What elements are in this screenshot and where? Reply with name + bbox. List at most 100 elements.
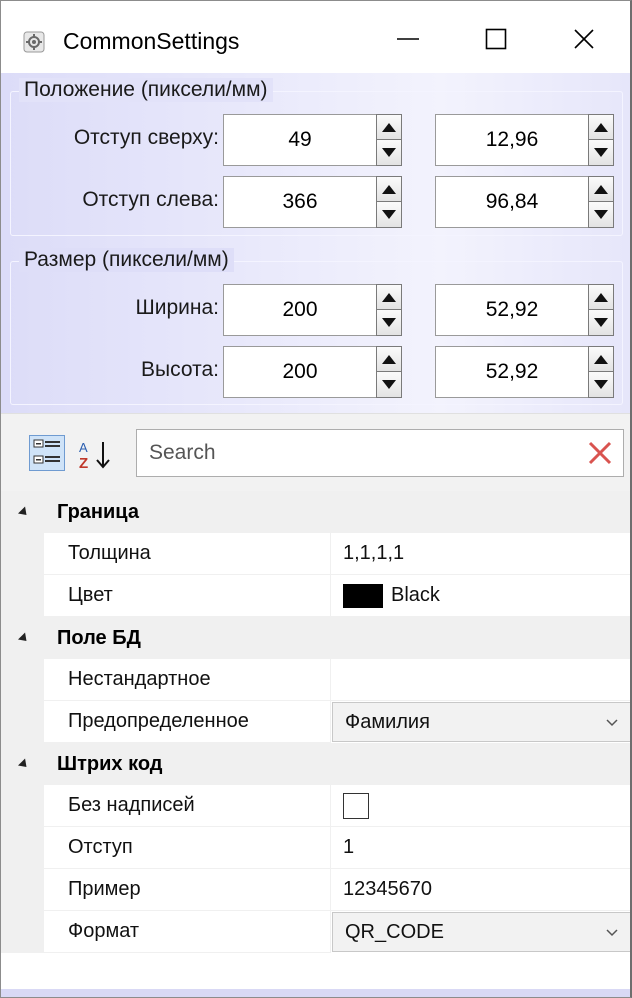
left-offset-pixels-spinner[interactable]: [376, 176, 402, 228]
chevron-down-icon[interactable]: [606, 925, 618, 941]
format-dropdown[interactable]: QR_CODE: [332, 912, 630, 952]
spin-down-button[interactable]: [589, 372, 613, 397]
minimize-icon: [396, 27, 420, 56]
property-value-indent[interactable]: 1: [331, 827, 630, 869]
property-value-custom[interactable]: [331, 659, 630, 701]
category-db-field[interactable]: Поле БД: [1, 617, 630, 659]
width-pixels-spinner[interactable]: [376, 284, 402, 336]
svg-text:Z: Z: [79, 455, 88, 472]
spin-up-button[interactable]: [377, 115, 401, 140]
property-name: Без надписей: [44, 785, 331, 827]
clear-search-icon[interactable]: [587, 440, 613, 466]
property-value-no-captions[interactable]: [331, 785, 630, 827]
spin-down-button[interactable]: [377, 140, 401, 165]
property-name: Толщина: [44, 533, 331, 575]
property-value-thickness[interactable]: 1,1,1,1: [331, 533, 630, 575]
width-label: Ширина:: [135, 296, 220, 319]
arrow-up-icon: [382, 122, 396, 132]
top-offset-pixels-spinner[interactable]: [376, 114, 402, 166]
maximize-icon: [485, 28, 507, 55]
spin-down-button[interactable]: [377, 310, 401, 335]
height-mm-spinner[interactable]: [588, 346, 614, 398]
arrow-up-icon: [594, 292, 608, 302]
width-mm-input[interactable]: 52,92: [435, 284, 588, 336]
close-button[interactable]: [543, 15, 625, 67]
width-mm-spinner[interactable]: [588, 284, 614, 336]
minimize-button[interactable]: [367, 15, 449, 67]
left-offset-mm-input[interactable]: 96,84: [435, 176, 588, 228]
alphabetical-sort-button[interactable]: A Z: [77, 438, 117, 472]
spin-up-button[interactable]: [377, 347, 401, 372]
property-name: Нестандартное: [44, 659, 331, 701]
spin-down-button[interactable]: [589, 310, 613, 335]
dropdown-selected-value: Фамилия: [345, 710, 430, 733]
height-label: Высота:: [141, 358, 219, 381]
property-name: Цвет: [44, 575, 331, 617]
property-search-box[interactable]: [136, 429, 624, 477]
property-row-thickness[interactable]: Толщина 1,1,1,1: [1, 533, 630, 575]
arrow-down-icon: [382, 318, 396, 327]
height-pixels-input[interactable]: 200: [223, 346, 376, 398]
chevron-down-icon[interactable]: [606, 715, 618, 731]
property-value-color[interactable]: Black: [331, 575, 630, 617]
arrow-down-icon: [594, 380, 608, 389]
height-mm-input[interactable]: 52,92: [435, 346, 588, 398]
row-margin: [1, 869, 44, 911]
top-offset-pixels-input[interactable]: 49: [223, 114, 376, 166]
height-pixels-spinner[interactable]: [376, 346, 402, 398]
maximize-button[interactable]: [455, 15, 537, 67]
width-pixels-input[interactable]: 200: [223, 284, 376, 336]
position-groupbox: Положение (пиксели/мм) Отступ сверху: 49…: [10, 78, 623, 236]
row-margin: [1, 785, 44, 827]
property-row-indent[interactable]: Отступ 1: [1, 827, 630, 869]
property-name: Формат: [44, 911, 331, 953]
spin-up-button[interactable]: [377, 285, 401, 310]
property-row-no-captions[interactable]: Без надписей: [1, 785, 630, 827]
property-row-color[interactable]: Цвет Black: [1, 575, 630, 617]
property-grid: Граница Толщина 1,1,1,1 Цвет Black Поле …: [1, 491, 630, 989]
svg-text:A: A: [79, 440, 88, 455]
spin-down-button[interactable]: [377, 372, 401, 397]
spin-down-button[interactable]: [377, 202, 401, 227]
categorized-icon: [30, 439, 64, 474]
arrow-down-icon: [382, 210, 396, 219]
row-margin: [1, 911, 44, 953]
color-swatch: [343, 583, 383, 608]
spin-down-button[interactable]: [589, 202, 613, 227]
property-name: Предопределенное: [44, 701, 331, 743]
top-offset-mm-spinner[interactable]: [588, 114, 614, 166]
title-bar[interactable]: CommonSettings: [1, 1, 630, 73]
arrow-up-icon: [594, 184, 608, 194]
spin-up-button[interactable]: [589, 347, 613, 372]
collapse-arrow-icon[interactable]: [17, 631, 31, 645]
no-captions-checkbox[interactable]: [343, 792, 369, 819]
description-pane-edge: [1, 989, 630, 997]
arrow-down-icon: [382, 380, 396, 389]
size-groupbox: Размер (пиксели/мм) Ширина: 200 52,92 Вы…: [10, 248, 623, 405]
arrow-up-icon: [382, 184, 396, 194]
property-name: Пример: [44, 869, 331, 911]
row-margin: [1, 701, 44, 743]
spin-up-button[interactable]: [589, 285, 613, 310]
left-offset-mm-spinner[interactable]: [588, 176, 614, 228]
spin-up-button[interactable]: [589, 177, 613, 202]
top-offset-mm-input[interactable]: 12,96: [435, 114, 588, 166]
spin-up-button[interactable]: [589, 115, 613, 140]
property-row-predefined[interactable]: Предопределенное Фамилия: [1, 701, 630, 743]
left-offset-label: Отступ слева:: [82, 188, 219, 211]
spin-down-button[interactable]: [589, 140, 613, 165]
property-row-custom[interactable]: Нестандартное: [1, 659, 630, 701]
property-row-example[interactable]: Пример 12345670: [1, 869, 630, 911]
search-input[interactable]: [149, 438, 569, 468]
category-barcode[interactable]: Штрих код: [1, 743, 630, 785]
spin-up-button[interactable]: [377, 177, 401, 202]
collapse-arrow-icon[interactable]: [17, 505, 31, 519]
collapse-arrow-icon[interactable]: [17, 757, 31, 771]
category-border[interactable]: Граница: [1, 491, 630, 533]
predefined-dropdown[interactable]: Фамилия: [332, 702, 630, 742]
categorized-view-button[interactable]: [29, 435, 65, 471]
property-row-format[interactable]: Формат QR_CODE: [1, 911, 630, 953]
left-offset-pixels-input[interactable]: 366: [223, 176, 376, 228]
property-value-example[interactable]: 12345670: [331, 869, 630, 911]
property-grid-toolbar: A Z: [1, 413, 630, 491]
